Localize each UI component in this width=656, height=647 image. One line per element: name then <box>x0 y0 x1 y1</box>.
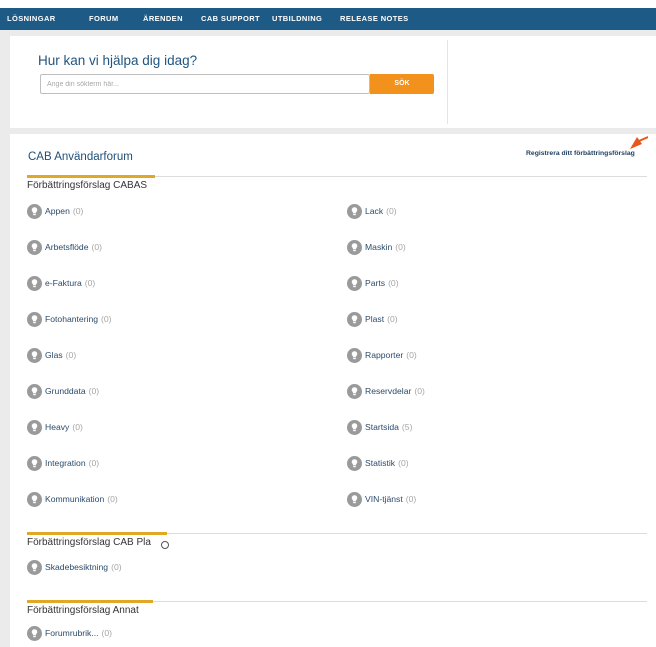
nav-item-release-notes[interactable]: RELEASE NOTES <box>340 8 409 30</box>
lightbulb-icon <box>347 312 362 327</box>
nav-item-losningar[interactable]: LÖSNINGAR <box>7 8 56 30</box>
nav-item-arenden[interactable]: ÄRENDEN <box>143 8 183 30</box>
forum-title: CAB Användarforum <box>28 151 133 163</box>
search-button[interactable]: SÖK <box>370 74 434 94</box>
category-name[interactable]: Grunddata (0) <box>45 386 99 396</box>
category-name[interactable]: Startsida (5) <box>365 422 412 432</box>
category-count: (0) <box>72 206 84 216</box>
category-count: (0) <box>398 458 409 468</box>
category-name[interactable]: Maskin (0) <box>365 242 406 252</box>
arrow-icon <box>630 136 648 149</box>
nav-item-forum[interactable]: FORUM <box>89 8 119 30</box>
search-input[interactable] <box>47 76 367 92</box>
category-name[interactable]: Arbetsflöde (0) <box>45 242 102 252</box>
category-count: (0) <box>101 628 112 638</box>
category-count: (0) <box>405 494 417 504</box>
lightbulb-icon <box>347 384 362 399</box>
category-count: (0) <box>387 314 398 324</box>
section-accent-rule <box>27 532 167 535</box>
lightbulb-icon <box>27 276 42 291</box>
lightbulb-icon <box>347 204 362 219</box>
category-count: (0) <box>65 350 77 360</box>
category-name[interactable]: Plast (0) <box>365 314 398 324</box>
category-name[interactable]: Kommunikation (0) <box>45 494 118 504</box>
category-name[interactable]: Heavy (0) <box>45 422 83 432</box>
lightbulb-icon <box>347 420 362 435</box>
lightbulb-icon <box>347 492 362 507</box>
lightbulb-icon <box>27 312 42 327</box>
category-name[interactable]: Glas (0) <box>45 350 76 360</box>
category-count: (0) <box>406 350 417 360</box>
lightbulb-icon <box>27 420 42 435</box>
category-count: (0) <box>101 314 112 324</box>
lightbulb-icon <box>27 384 42 399</box>
lightbulb-icon <box>27 456 42 471</box>
category-count: (0) <box>84 278 96 288</box>
category-count: (0) <box>88 386 100 396</box>
section-title: Förbättringsförslag CABAS <box>27 180 148 191</box>
category-count: (0) <box>88 458 100 468</box>
lightbulb-icon <box>27 204 42 219</box>
category-count: (5) <box>401 422 413 432</box>
category-count: (0) <box>111 562 122 572</box>
nav-item-cab-support[interactable]: CAB SUPPORT <box>201 8 260 30</box>
lightbulb-icon <box>347 456 362 471</box>
category-count: (0) <box>107 494 118 504</box>
lightbulb-icon <box>347 348 362 363</box>
search-heading: Hur kan vi hjälpa dig idag? <box>38 53 198 68</box>
nav-item-utbildning[interactable]: UTBILDNING <box>272 8 322 30</box>
category-name[interactable]: Skadebesiktning (0) <box>45 562 122 572</box>
category-name[interactable]: Forumrubrik... (0) <box>45 628 112 638</box>
nav-bar: LÖSNINGAR FORUM ÄRENDEN CAB SUPPORT UTBI… <box>0 8 656 30</box>
section-accent-rule <box>27 600 153 603</box>
search-panel: Hur kan vi hjälpa dig idag? SÖK <box>10 36 656 128</box>
category-name[interactable]: e-Faktura (0) <box>45 278 95 288</box>
lightbulb-icon <box>27 492 42 507</box>
category-name[interactable]: Statistik (0) <box>365 458 409 468</box>
category-count: (0) <box>386 206 397 216</box>
category-name[interactable]: VIN-tjänst (0) <box>365 494 416 504</box>
category-name[interactable]: Appen (0) <box>45 206 83 216</box>
category-name[interactable]: Parts (0) <box>365 278 399 288</box>
category-count: (0) <box>72 422 83 432</box>
panel-divider <box>447 40 448 124</box>
category-name[interactable]: Reservdelar (0) <box>365 386 425 396</box>
search-box <box>40 74 370 94</box>
section-accent-rule <box>27 175 155 178</box>
category-count: (0) <box>388 278 399 288</box>
lightbulb-icon <box>27 626 42 641</box>
category-name[interactable]: Lack (0) <box>365 206 397 216</box>
lightbulb-icon <box>27 240 42 255</box>
section-title: Förbättringsförslag CAB Pla <box>27 537 151 548</box>
section-title: Förbättringsförslag Annat <box>27 605 139 616</box>
category-count: (0) <box>414 386 425 396</box>
lightbulb-icon <box>27 560 42 575</box>
category-name[interactable]: Integration (0) <box>45 458 99 468</box>
top-navigation: LÖSNINGAR FORUM ÄRENDEN CAB SUPPORT UTBI… <box>0 0 656 30</box>
lightbulb-icon <box>27 348 42 363</box>
category-count: (0) <box>91 242 102 252</box>
category-name[interactable]: Rapporter (0) <box>365 350 417 360</box>
category-count: (0) <box>395 242 406 252</box>
lightbulb-icon <box>347 276 362 291</box>
register-suggestion-link[interactable]: Registrera ditt förbättringsförslag <box>526 150 635 157</box>
lightbulb-icon <box>347 240 362 255</box>
category-name[interactable]: Fotohantering (0) <box>45 314 112 324</box>
mouse-cursor <box>161 541 169 549</box>
